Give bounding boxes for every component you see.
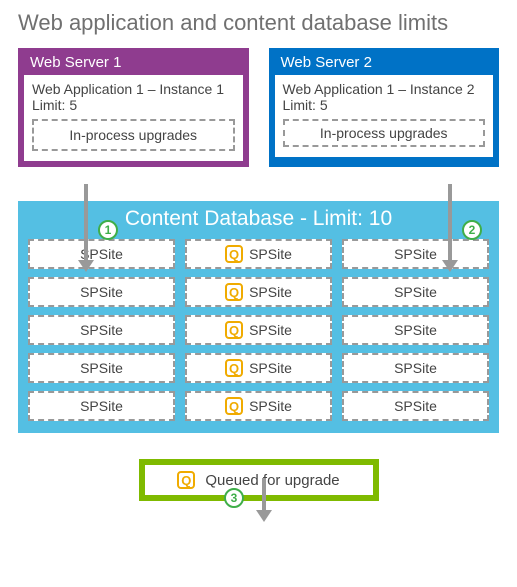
web-server-1-header: Web Server 1 (30, 54, 243, 71)
spsite-cell: SPSite (342, 239, 489, 269)
spsite-cell: SPSite (342, 391, 489, 421)
spsite-cell: SPSite (28, 277, 175, 307)
spsite-cell: SPSite (342, 353, 489, 383)
web-server-2-body: Web Application 1 – Instance 2 Limit: 5 … (275, 75, 494, 157)
step-badge-2: 2 (462, 220, 482, 240)
queued-icon: Q (225, 397, 243, 415)
spsite-cell: SPSite (342, 315, 489, 345)
step-badge-3: 3 (224, 488, 244, 508)
spsite-cell: SPSite (28, 391, 175, 421)
web-server-1-inprocess-box: In-process upgrades (32, 119, 235, 151)
queued-icon: Q (225, 245, 243, 263)
spsite-cell-queued: Q SPSite (185, 391, 332, 421)
step-3-number: 3 (231, 491, 238, 505)
spsite-cell: SPSite (28, 315, 175, 345)
spsite-label: SPSite (80, 284, 123, 300)
step-1-number: 1 (105, 223, 112, 237)
spsite-cell-queued: Q SPSite (185, 353, 332, 383)
spsite-cell-queued: Q SPSite (185, 239, 332, 269)
spsite-label: SPSite (249, 322, 292, 338)
web-server-1-body: Web Application 1 – Instance 1 Limit: 5 … (24, 75, 243, 161)
web-servers-row: Web Server 1 Web Application 1 – Instanc… (18, 48, 499, 167)
web-server-2: Web Server 2 Web Application 1 – Instanc… (269, 48, 500, 167)
web-server-1-limit-line: Limit: 5 (32, 97, 235, 113)
spsite-grid: SPSite Q SPSite SPSite SPSite Q SPSite SPS… (28, 239, 489, 421)
web-server-2-inprocess-label: In-process upgrades (320, 125, 448, 141)
web-server-1-app-line: Web Application 1 – Instance 1 (32, 81, 235, 97)
queued-icon: Q (225, 359, 243, 377)
step-2-number: 2 (469, 223, 476, 237)
spsite-cell-queued: Q SPSite (185, 277, 332, 307)
arrow-server1-to-db (76, 184, 96, 274)
diagram-canvas: Web application and content database lim… (18, 10, 499, 501)
spsite-label: SPSite (394, 360, 437, 376)
web-server-1: Web Server 1 Web Application 1 – Instanc… (18, 48, 249, 167)
spsite-cell: SPSite (28, 353, 175, 383)
spsite-label: SPSite (249, 284, 292, 300)
spsite-label: SPSite (80, 398, 123, 414)
web-server-2-inprocess-box: In-process upgrades (283, 119, 486, 147)
spsite-label: SPSite (80, 360, 123, 376)
spsite-label: SPSite (394, 322, 437, 338)
queued-icon: Q (225, 283, 243, 301)
web-server-2-header: Web Server 2 (281, 54, 494, 71)
spsite-label: SPSite (394, 246, 437, 262)
web-server-1-inprocess-label: In-process upgrades (69, 127, 197, 143)
web-server-2-limit-line: Limit: 5 (283, 97, 486, 113)
web-server-2-app-line: Web Application 1 – Instance 2 (283, 81, 486, 97)
spsite-label: SPSite (249, 246, 292, 262)
spsite-label: SPSite (249, 398, 292, 414)
diagram-title: Web application and content database lim… (18, 10, 499, 36)
arrow-db-to-legend (254, 478, 274, 522)
spsite-cell: SPSite (28, 239, 175, 269)
arrow-server2-to-db (440, 184, 460, 274)
step-badge-1: 1 (98, 220, 118, 240)
spsite-cell-queued: Q SPSite (185, 315, 332, 345)
spsite-label: SPSite (394, 398, 437, 414)
spsite-label: SPSite (80, 322, 123, 338)
spsite-label: SPSite (249, 360, 292, 376)
spsite-label: SPSite (394, 284, 437, 300)
queued-icon: Q (177, 471, 195, 489)
spsite-cell: SPSite (342, 277, 489, 307)
queued-icon: Q (225, 321, 243, 339)
